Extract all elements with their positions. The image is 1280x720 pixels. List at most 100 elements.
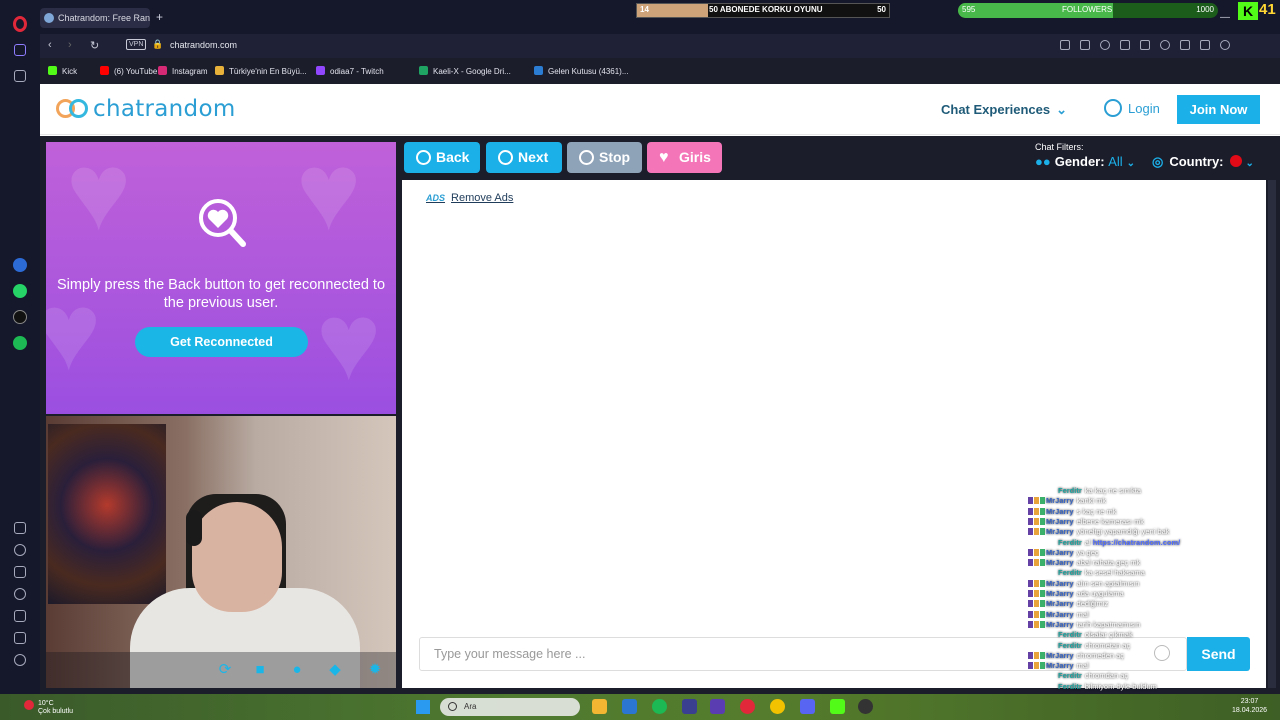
search-icon xyxy=(448,702,457,711)
opera-logo-icon[interactable] xyxy=(13,16,27,32)
cube-icon[interactable] xyxy=(14,632,26,644)
followers-end: 1000 xyxy=(1196,5,1214,14)
followers-label: FOLLOWERS xyxy=(1062,5,1113,14)
vpn-badge[interactable]: VPN xyxy=(126,39,147,50)
bookmark-item[interactable]: Kaeli-X - Google Dri... xyxy=(419,66,511,76)
user-icon xyxy=(1104,99,1122,117)
girls-button[interactable]: ♥ Giris xyxy=(647,142,722,173)
forward-arrow-icon[interactable]: › xyxy=(68,39,72,51)
camera-icon[interactable] xyxy=(1080,40,1090,50)
spotify-icon[interactable] xyxy=(652,699,667,714)
bookmark-item[interactable]: Kick xyxy=(48,66,77,76)
stop-label: Stop xyxy=(599,149,631,165)
bookmark-item[interactable]: Instagram xyxy=(158,66,208,76)
join-now-button[interactable]: Join Now xyxy=(1177,95,1260,124)
menu-icon[interactable] xyxy=(1200,40,1210,50)
settings-gear-icon[interactable]: ✹ xyxy=(366,662,384,678)
profile-icon[interactable] xyxy=(1220,40,1230,50)
bookmark-favicon-icon xyxy=(158,66,167,75)
video-camera-icon[interactable]: ■ xyxy=(251,662,269,678)
download-icon[interactable] xyxy=(14,610,26,622)
lock-icon[interactable]: 🔒 xyxy=(152,39,163,50)
opera-icon[interactable] xyxy=(740,699,755,714)
chat-experiences-label: Chat Experiences xyxy=(941,102,1051,117)
send-button[interactable]: Send xyxy=(1187,637,1250,671)
bookmark-label: Instagram xyxy=(172,67,208,76)
login-link[interactable]: Login xyxy=(1104,99,1160,117)
logo-text: chatrandom xyxy=(93,96,236,122)
message-input[interactable]: Type your message here ... xyxy=(419,637,1187,671)
clock-icon[interactable] xyxy=(14,588,26,600)
taskbar-search[interactable]: Ara xyxy=(440,698,580,716)
history-icon[interactable] xyxy=(14,566,26,578)
new-tab-button[interactable]: + xyxy=(156,10,163,24)
chrome-icon[interactable] xyxy=(770,699,785,714)
reconnect-icon[interactable]: ⟳ xyxy=(216,662,234,678)
bookmark-favicon-icon xyxy=(215,66,224,75)
app-icon[interactable] xyxy=(710,699,725,714)
back-label: Back xyxy=(436,149,470,165)
settings-icon[interactable] xyxy=(14,654,26,666)
heart-icon[interactable] xyxy=(14,544,26,556)
stop-button[interactable]: Stop xyxy=(567,142,642,173)
remove-ads-link[interactable]: ADS Remove Ads xyxy=(426,192,513,204)
edit-icon[interactable] xyxy=(1060,40,1070,50)
extension-icon[interactable] xyxy=(1120,40,1130,50)
bookmark-item[interactable]: Gelen Kutusu (4361)... xyxy=(534,66,629,76)
bookmark-favicon-icon xyxy=(316,66,325,75)
store-icon[interactable] xyxy=(622,699,637,714)
subscriber-goal-bar: 14 50 ABONEDE KORKU OYUNU 50 xyxy=(636,3,890,18)
microphone-icon[interactable]: ● xyxy=(288,662,306,678)
get-reconnected-button[interactable]: Get Reconnected xyxy=(135,327,308,357)
minimize-icon[interactable]: — xyxy=(1220,12,1230,23)
site-header: chatrandom Chat Experiences ⌄ Login Join … xyxy=(40,84,1280,135)
x-icon[interactable] xyxy=(13,310,27,324)
play-icon[interactable] xyxy=(1140,40,1150,50)
page-scrollbar[interactable] xyxy=(1268,180,1276,688)
bookmark-item[interactable]: odiaa7 - Twitch xyxy=(316,66,384,76)
globe-icon: ◎ xyxy=(1152,154,1164,169)
bookmark-label: Kick xyxy=(62,67,78,76)
gender-value: All xyxy=(1108,154,1123,169)
country-filter[interactable]: ◎ Country: ⌄ xyxy=(1152,154,1254,170)
taskbar-clock[interactable]: 23:07 18.04.2026 xyxy=(1232,697,1267,715)
wall-tapestry xyxy=(48,424,166,604)
url-field[interactable]: chatrandom.com xyxy=(170,40,237,50)
chat-body: ♥ ♥ ♥ ♥ Simply press the Back button to … xyxy=(40,136,1280,694)
windows-start-icon[interactable] xyxy=(416,700,430,714)
whatsapp-icon[interactable] xyxy=(13,284,27,298)
emoji-icon[interactable] xyxy=(1154,645,1170,661)
bookmark-item[interactable]: Türkiye'nin En Büyü... xyxy=(215,66,307,76)
mask-icon[interactable]: ◆ xyxy=(326,662,344,678)
star-icon[interactable] xyxy=(14,70,26,82)
stop-icon xyxy=(579,150,594,165)
bookmark-item[interactable]: (6) YouTube xyxy=(100,66,157,76)
kick-logo-icon: K xyxy=(1238,2,1258,20)
obs-icon[interactable] xyxy=(858,699,873,714)
file-explorer-icon[interactable] xyxy=(592,699,607,714)
download-icon[interactable] xyxy=(1180,40,1190,50)
app-icon[interactable] xyxy=(682,699,697,714)
reload-icon[interactable]: ↻ xyxy=(90,39,99,52)
next-button[interactable]: Next xyxy=(486,142,562,173)
kick-icon[interactable] xyxy=(830,699,845,714)
browser-tab[interactable]: Chatrandom: Free Ran xyxy=(40,8,150,28)
discord-icon[interactable] xyxy=(800,699,815,714)
chevron-down-icon: ⌄ xyxy=(1126,158,1136,169)
chatrandom-favicon xyxy=(44,13,54,23)
grid-icon[interactable] xyxy=(14,522,26,534)
address-bar: ‹ › ↻ VPN 🔒 chatrandom.com xyxy=(40,34,1280,58)
weather-widget[interactable]: 10°C Çok bulutlu xyxy=(24,700,73,716)
spotify-icon[interactable] xyxy=(13,336,27,350)
heart-icon[interactable] xyxy=(1160,40,1170,50)
messenger-icon[interactable] xyxy=(13,258,27,272)
back-arrow-icon[interactable]: ‹ xyxy=(48,39,52,51)
shield-icon[interactable] xyxy=(1100,40,1110,50)
ads-icon: ADS xyxy=(426,193,446,203)
followers-start: 595 xyxy=(962,5,976,14)
home-icon[interactable] xyxy=(14,44,26,56)
back-button[interactable]: Back xyxy=(404,142,480,173)
gender-label: Gender: xyxy=(1054,154,1105,169)
chat-experiences-menu[interactable]: Chat Experiences ⌄ xyxy=(941,102,1067,118)
gender-filter[interactable]: ●● Gender: All ⌄ xyxy=(1035,154,1135,169)
